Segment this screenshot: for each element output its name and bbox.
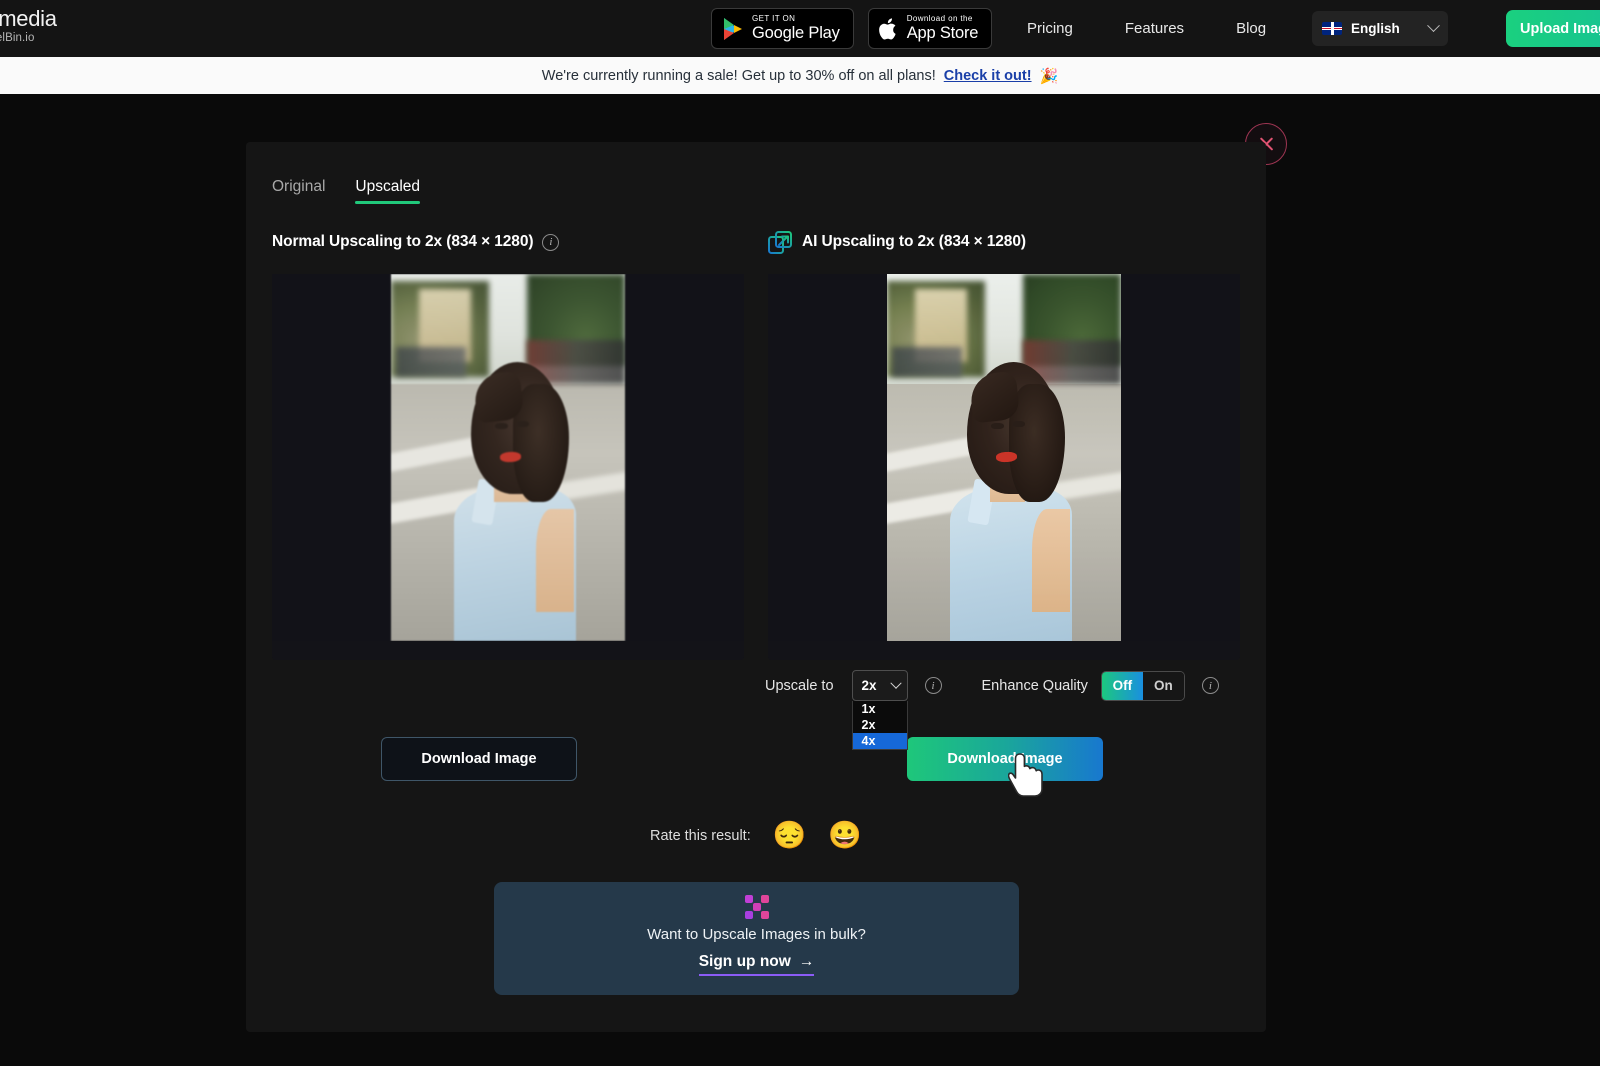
upscale-select-wrapper: 2x 1x 2x 4x [851,670,908,750]
normal-upscale-column: Normal Upscaling to 2x (834 × 1280) i [272,230,744,641]
dropdown-option-2x[interactable]: 2x [853,717,907,733]
rate-label: Rate this result: [650,827,751,844]
party-popper-icon: 🎉 [1039,67,1059,85]
ai-upscaled-photo [887,274,1121,641]
apple-icon [878,17,896,40]
language-label: English [1351,21,1400,36]
result-tabs: Original Upscaled [272,178,420,204]
sale-banner-text: We're currently running a sale! Get up t… [541,67,936,84]
rate-happy-emoji-button[interactable]: 😀 [828,822,862,849]
logo-primary-text: ale.media [0,6,57,31]
info-icon[interactable]: i [924,677,942,694]
info-icon[interactable]: i [542,233,560,251]
app-store-badge[interactable]: Download on the App Store [867,8,993,49]
bulk-card-title: Want to Upscale Images in bulk? [647,926,866,943]
upscale-controls: Upscale to 2x 1x 2x 4x i Enhance Quality… [765,670,1219,750]
nav-item-features[interactable]: Features [1125,20,1184,37]
ai-upscale-icon [768,230,793,255]
bulk-signup-label: Sign up now [698,953,791,970]
upscale-select-dropdown[interactable]: 1x 2x 4x [851,701,908,750]
bulk-signup-link[interactable]: Sign up now → [698,953,815,976]
site-header: ale.media by PixelBin.io GET IT ON Googl… [0,0,1600,57]
sale-banner: We're currently running a sale! Get up t… [0,57,1600,94]
google-play-badge-bottom: Google Play [752,24,840,43]
enhance-quality-toggle[interactable]: Off On [1100,670,1185,701]
google-play-icon [724,17,742,40]
toggle-option-on[interactable]: On [1142,671,1184,700]
upload-image-button[interactable]: Upload Image [1506,10,1600,47]
chevron-down-icon [889,677,902,689]
nav-item-pricing[interactable]: Pricing [1027,20,1073,37]
page-root: ale.media by PixelBin.io GET IT ON Googl… [0,0,1600,1066]
main-nav: Pricing Features Blog [1027,0,1266,57]
app-store-badge-bottom: App Store [906,24,979,43]
app-store-badges: GET IT ON Google Play Download on the Ap… [711,8,993,49]
normal-upscaled-photo [391,274,625,641]
upscale-select-value: 2x [861,678,877,693]
chevron-down-icon [1427,19,1440,33]
tab-original[interactable]: Original [272,178,325,204]
result-modal: Original Upscaled Normal Upscaling to 2x… [246,142,1266,1032]
rating-row: Rate this result: 😔 😀 [246,822,1266,849]
ai-upscale-image-container [768,274,1240,641]
pixelbin-logo-icon [744,895,769,919]
tab-upscaled[interactable]: Upscaled [355,178,420,204]
info-icon[interactable]: i [1201,677,1219,694]
rate-sad-emoji-button[interactable]: 😔 [773,822,807,849]
normal-upscale-image-container [272,274,744,641]
normal-upscale-title: Normal Upscaling to 2x (834 × 1280) [272,233,534,250]
google-play-badge[interactable]: GET IT ON Google Play [711,8,854,49]
site-logo[interactable]: ale.media by PixelBin.io [0,8,57,45]
download-ai-button[interactable]: Download Image [907,737,1103,781]
ai-upscale-column: AI Upscaling to 2x (834 × 1280) [768,230,1240,641]
ai-upscale-title: AI Upscaling to 2x (834 × 1280) [802,233,1026,250]
bulk-upscale-card: Want to Upscale Images in bulk? Sign up … [494,882,1019,995]
logo-secondary-text: by PixelBin.io [0,32,35,44]
dropdown-option-1x[interactable]: 1x [853,701,907,717]
upscale-select[interactable]: 2x [851,670,908,701]
language-selector[interactable]: English [1312,11,1448,46]
toggle-option-off[interactable]: Off [1101,671,1143,700]
ai-upscale-header: AI Upscaling to 2x (834 × 1280) [768,230,1240,254]
google-play-badge-top: GET IT ON [752,14,796,24]
sale-banner-link[interactable]: Check it out! [944,68,1032,84]
dropdown-option-4x[interactable]: 4x [852,733,907,749]
nav-item-blog[interactable]: Blog [1236,20,1266,37]
uk-flag-icon [1322,22,1342,35]
app-store-badge-top: Download on the [906,14,973,24]
arrow-right-icon: → [798,953,815,970]
upscale-to-label: Upscale to [765,677,834,694]
comparison-columns: Normal Upscaling to 2x (834 × 1280) i AI… [272,230,1240,641]
enhance-quality-label: Enhance Quality [981,677,1088,694]
normal-upscale-header: Normal Upscaling to 2x (834 × 1280) i [272,230,744,254]
download-normal-button[interactable]: Download Image [381,737,577,781]
